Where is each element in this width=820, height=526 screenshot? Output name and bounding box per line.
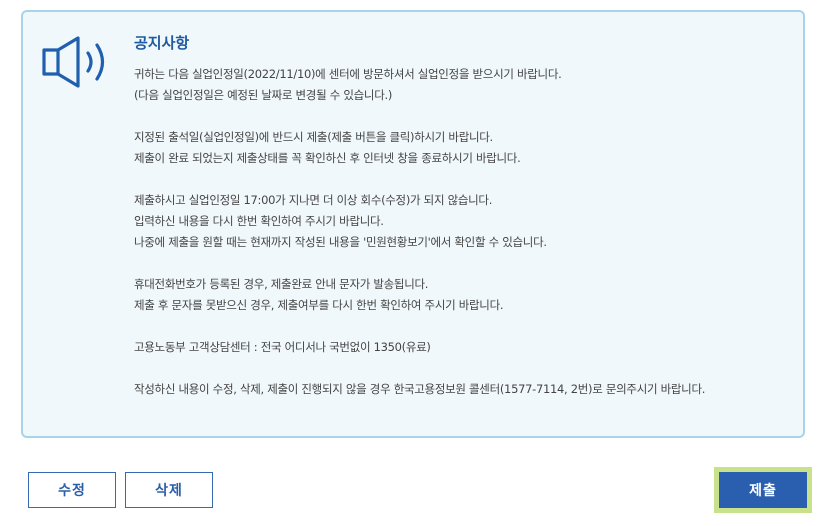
edit-button[interactable]: 수정 (28, 472, 116, 508)
notice-line: (다음 실업인정일은 예정된 날짜로 변경될 수 있습니다.) (134, 88, 393, 102)
notice-line: 지정된 출석일(실업인정일)에 반드시 제출(제출 버튼을 클릭)하시기 바랍니… (134, 130, 493, 144)
notice-panel: 공지사항 귀하는 다음 실업인정일(2022/11/10)에 센터에 방문하셔서… (21, 10, 805, 438)
notice-paragraph: 귀하는 다음 실업인정일(2022/11/10)에 센터에 방문하셔서 실업인정… (134, 64, 794, 106)
notice-line: 작성하신 내용이 수정, 삭제, 제출이 진행되지 않을 경우 한국고용정보원 … (134, 382, 706, 396)
notice-line: 제출 후 문자를 못받으신 경우, 제출여부를 다시 한번 확인하여 주시기 바… (134, 298, 504, 312)
notice-paragraph: 제출하시고 실업인정일 17:00가 지나면 더 이상 회수(수정)가 되지 않… (134, 190, 794, 253)
notice-line: 제출하시고 실업인정일 17:00가 지나면 더 이상 회수(수정)가 되지 않… (134, 193, 493, 207)
speaker-icon (42, 36, 105, 88)
notice-line: 나중에 제출을 원할 때는 현재까지 작성된 내용을 '민원현황보기'에서 확인… (134, 235, 547, 249)
notice-paragraph: 작성하신 내용이 수정, 삭제, 제출이 진행되지 않을 경우 한국고용정보원 … (134, 379, 794, 400)
notice-paragraph: 고용노동부 고객상담센터 : 전국 어디서나 국번없이 1350(유료) (134, 337, 794, 358)
notice-paragraph: 휴대전화번호가 등록된 경우, 제출완료 안내 문자가 발송됩니다. 제출 후 … (134, 274, 794, 316)
notice-title: 공지사항 (134, 34, 190, 52)
submit-button-focus-ring: 제출 (714, 467, 812, 513)
notice-paragraph: 지정된 출석일(실업인정일)에 반드시 제출(제출 버튼을 클릭)하시기 바랍니… (134, 127, 794, 169)
notice-line: 고용노동부 고객상담센터 : 전국 어디서나 국번없이 1350(유료) (134, 340, 431, 354)
notice-body: 귀하는 다음 실업인정일(2022/11/10)에 센터에 방문하셔서 실업인정… (134, 64, 794, 400)
notice-line: 입력하신 내용을 다시 한번 확인하여 주시기 바랍니다. (134, 214, 384, 228)
notice-line: 귀하는 다음 실업인정일(2022/11/10)에 센터에 방문하셔서 실업인정… (134, 67, 562, 81)
delete-button[interactable]: 삭제 (125, 472, 213, 508)
notice-line: 제출이 완료 되었는지 제출상태를 꼭 확인하신 후 인터넷 창을 종료하시기 … (134, 151, 521, 165)
notice-line: 휴대전화번호가 등록된 경우, 제출완료 안내 문자가 발송됩니다. (134, 277, 429, 291)
submit-button[interactable]: 제출 (719, 472, 807, 508)
